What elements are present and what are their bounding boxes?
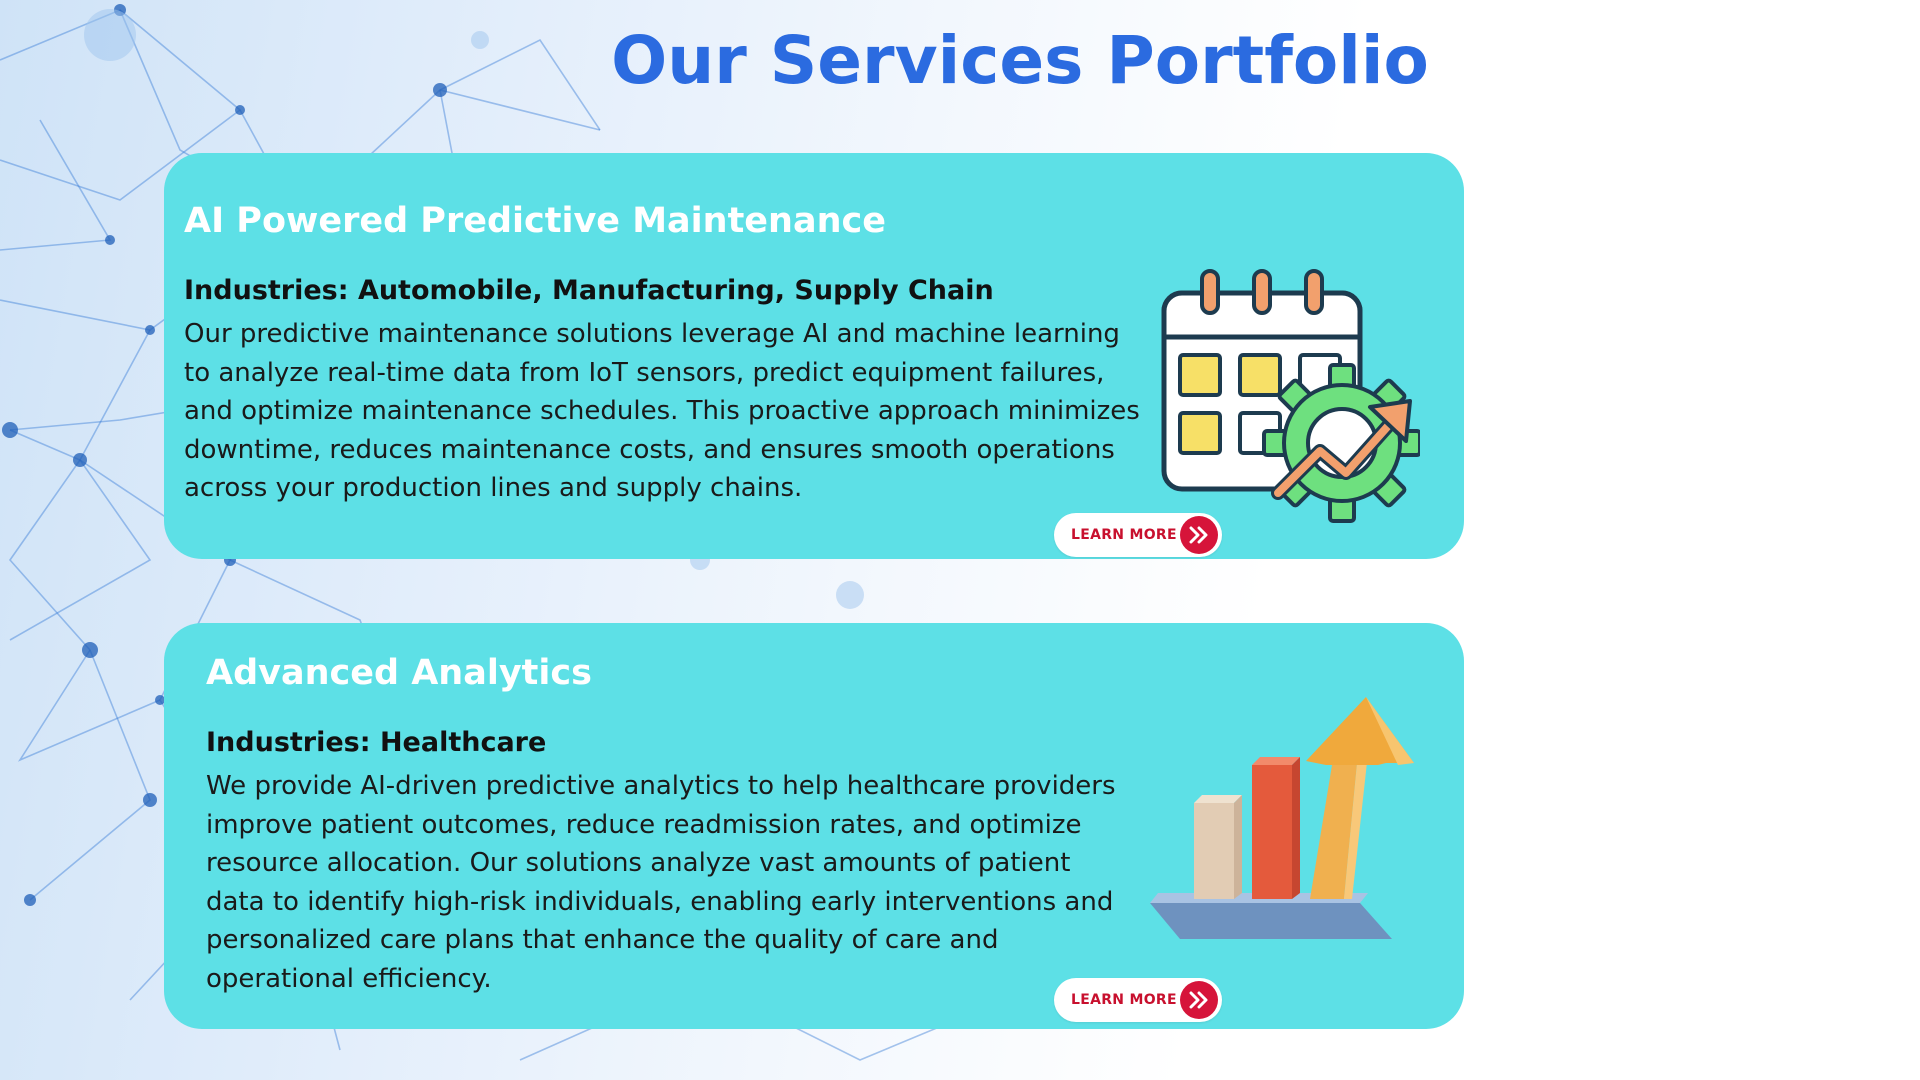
learn-more-label: LEARN MORE [1071, 527, 1177, 543]
service-industries: Industries: Automobile, Manufacturing, S… [184, 275, 994, 306]
learn-more-label: LEARN MORE [1071, 992, 1177, 1008]
service-title: Advanced Analytics [206, 653, 592, 693]
service-description: Our predictive maintenance solutions lev… [184, 319, 1140, 503]
double-chevron-right-icon [1180, 981, 1218, 1019]
double-chevron-right-icon [1180, 516, 1218, 554]
service-title: AI Powered Predictive Maintenance [184, 201, 886, 241]
service-card-advanced-analytics: Advanced Analytics Industries: Healthcar… [164, 623, 1464, 1029]
service-industries: Industries: Healthcare [206, 727, 547, 758]
page-title: Our Services Portfolio [611, 22, 1429, 99]
learn-more-button[interactable]: LEARN MORE [1054, 978, 1222, 1022]
growth-bar-chart-icon [1150, 697, 1414, 939]
service-description: We provide AI-driven predictive analytic… [206, 771, 1116, 994]
calendar-gear-icon [1161, 269, 1420, 523]
learn-more-button[interactable]: LEARN MORE [1054, 513, 1222, 557]
service-card-predictive-maintenance: AI Powered Predictive Maintenance Indust… [164, 153, 1464, 559]
